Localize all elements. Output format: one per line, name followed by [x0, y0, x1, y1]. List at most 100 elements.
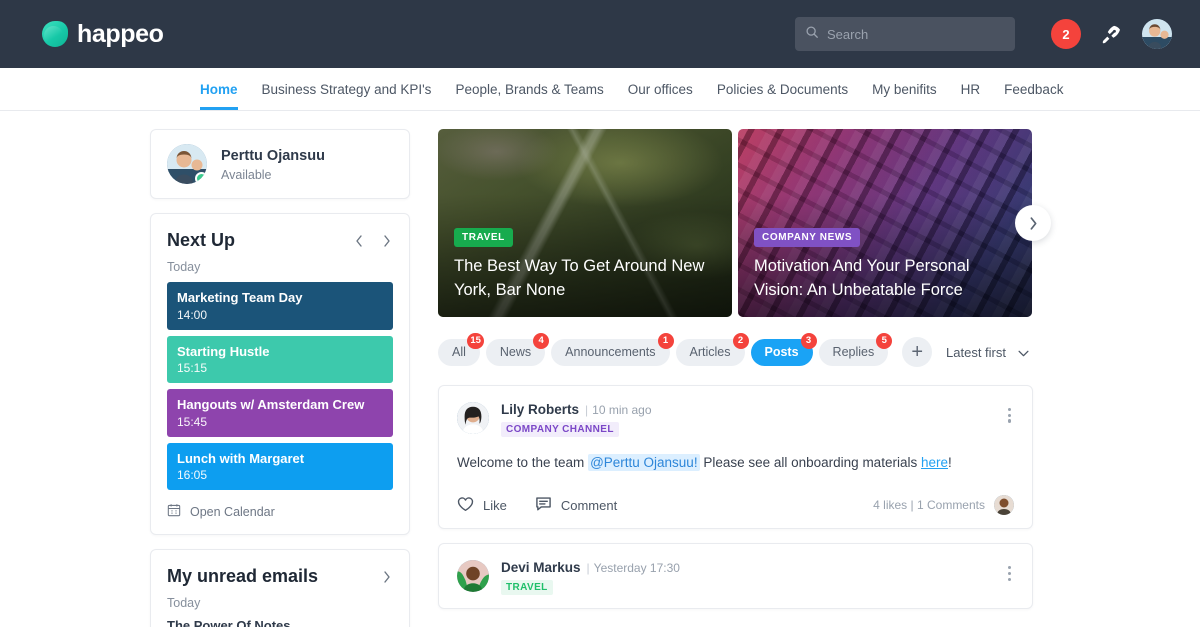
next-up-header: Next Up — [167, 230, 393, 251]
search-box[interactable] — [795, 17, 1015, 51]
carousel-card-company-news[interactable]: COMPANY NEWS Motivation And Your Persona… — [738, 129, 1032, 317]
heart-icon — [457, 496, 474, 515]
post-author-name: Devi Markus — [501, 560, 581, 576]
card-title: Motivation And Your Personal Vision: An … — [754, 257, 970, 300]
nav-item-business-strategy[interactable]: Business Strategy and KPI's — [250, 68, 444, 110]
header-actions: 2 — [795, 17, 1172, 51]
chip-label: All — [452, 345, 466, 359]
filter-chip-all[interactable]: All 15 — [438, 332, 484, 366]
event-title: Hangouts w/ Amsterdam Crew — [177, 397, 365, 413]
post-channel-tag[interactable]: COMPANY CHANNEL — [501, 422, 619, 437]
calendar-event[interactable]: Starting Hustle 15:15 — [167, 335, 393, 384]
nav-item-my-benifits[interactable]: My benifits — [860, 68, 949, 110]
profile-card[interactable]: Perttu Ojansuu Available — [150, 129, 410, 199]
sort-label: Latest first — [946, 344, 1006, 360]
plus-icon: + — [911, 340, 924, 363]
calendar-event[interactable]: Lunch with Margaret 16:05 — [167, 442, 393, 491]
like-button[interactable]: Like — [457, 496, 507, 515]
filter-chip-posts[interactable]: Posts 3 — [750, 332, 817, 366]
comment-icon — [535, 496, 552, 515]
chip-label: Announcements — [565, 345, 656, 359]
post-author-avatar[interactable] — [457, 402, 489, 434]
post-timestamp: | Yesterday 17:30 — [586, 561, 680, 576]
chevron-right-icon — [1030, 216, 1037, 230]
event-title: Starting Hustle — [177, 343, 270, 359]
card-tag: COMPANY NEWS — [754, 228, 861, 248]
unread-emails-card: My unread emails Today The Power Of Note… — [150, 549, 410, 627]
brand-logo[interactable]: happeo — [42, 20, 164, 49]
chip-count: 5 — [876, 332, 893, 349]
carousel-next-button[interactable] — [1015, 205, 1051, 241]
email-list-item[interactable]: The Power Of Notes NEW Lily Roberts 09.4… — [167, 618, 393, 627]
chip-label: News — [499, 345, 532, 359]
chip-count: 2 — [732, 332, 749, 349]
event-time: 15:45 — [177, 414, 208, 429]
post-inline-link[interactable]: here — [921, 455, 948, 470]
chip-count: 15 — [467, 332, 484, 349]
card-title: The Best Way To Get Around New York, Bar… — [454, 257, 705, 300]
event-time: 14:00 — [177, 307, 208, 322]
nav-item-feedback[interactable]: Feedback — [992, 68, 1075, 110]
open-calendar-label: Open Calendar — [190, 504, 275, 519]
search-input[interactable] — [827, 26, 1005, 42]
brand-name: happeo — [77, 19, 164, 48]
post-body-text-start: Welcome to the team — [457, 455, 589, 470]
rocket-icon[interactable] — [1101, 24, 1122, 45]
chevron-down-icon — [1018, 345, 1029, 360]
event-time: 15:15 — [177, 361, 208, 376]
chip-count: 4 — [533, 332, 550, 349]
post-options-menu-icon[interactable] — [1005, 402, 1014, 429]
emails-title: My unread emails — [167, 566, 319, 587]
filter-chip-articles[interactable]: Articles 2 — [675, 332, 749, 366]
post-options-menu-icon[interactable] — [1005, 560, 1014, 587]
post-channel-tag[interactable]: TRAVEL — [501, 580, 553, 596]
next-up-card: Next Up Today Marketing Team Day 14:00 S… — [150, 213, 410, 536]
nav-item-people-brands-teams[interactable]: People, Brands & Teams — [443, 68, 615, 110]
emails-header: My unread emails — [167, 566, 393, 587]
calendar-event[interactable]: Marketing Team Day 14:00 — [167, 282, 393, 330]
calendar-event[interactable]: Hangouts w/ Amsterdam Crew 15:45 — [167, 389, 393, 437]
profile-status: Available — [221, 168, 272, 183]
notification-badge[interactable]: 2 — [1051, 19, 1081, 49]
post-stats[interactable]: 4 likes | 1 Comments — [873, 495, 1014, 516]
post-body-text-middle: Please see all onboarding materials — [699, 455, 921, 470]
chip-label: Replies — [832, 345, 875, 359]
nav-item-policies-documents[interactable]: Policies & Documents — [705, 68, 860, 110]
nav-item-home[interactable]: Home — [188, 68, 250, 110]
post-author-name: Lily Roberts — [501, 402, 580, 417]
commenter-avatar — [994, 495, 1014, 516]
post-author-avatar[interactable] — [457, 560, 489, 593]
chip-count: 3 — [800, 332, 817, 349]
sort-dropdown[interactable]: Latest first — [946, 345, 1033, 360]
email-subject: The Power Of Notes — [167, 618, 291, 627]
chip-label: Articles — [689, 345, 731, 359]
news-carousel: TRAVEL The Best Way To Get Around New Yo… — [438, 129, 1051, 317]
filter-chip-news[interactable]: News 4 — [485, 332, 550, 366]
top-header-bar: happeo 2 — [0, 0, 1200, 68]
next-day-button[interactable] — [381, 234, 393, 248]
nav-item-hr[interactable]: HR — [949, 68, 993, 110]
filter-chip-replies[interactable]: Replies 5 — [818, 332, 893, 366]
post-mention[interactable]: @Perttu Ojansuu! — [588, 454, 700, 471]
like-label: Like — [483, 497, 507, 513]
add-post-button[interactable]: + — [902, 337, 933, 367]
next-up-day-label: Today — [167, 260, 201, 274]
main-navigation: Home Business Strategy and KPI's People,… — [0, 68, 1200, 111]
profile-avatar — [167, 144, 207, 184]
feed-post: Lily Roberts | 10 min ago COMPANY CHANNEL… — [438, 385, 1033, 530]
filter-chip-announcements[interactable]: Announcements 1 — [551, 332, 674, 366]
post-stats-label: 4 likes | 1 Comments — [873, 498, 985, 513]
nav-item-our-offices[interactable]: Our offices — [616, 68, 705, 110]
comment-label: Comment — [560, 497, 618, 513]
carousel-card-travel[interactable]: TRAVEL The Best Way To Get Around New Yo… — [438, 129, 732, 317]
event-title: Lunch with Margaret — [177, 450, 305, 466]
comment-button[interactable]: Comment — [535, 496, 617, 515]
happeo-leaf-icon — [42, 21, 68, 47]
prev-day-button[interactable] — [353, 234, 365, 248]
header-avatar[interactable] — [1142, 19, 1172, 49]
feed-post: Devi Markus | Yesterday 17:30 TRAVEL — [438, 543, 1033, 610]
emails-expand-button[interactable] — [381, 570, 393, 584]
open-calendar-button[interactable]: Open Calendar — [167, 503, 393, 520]
page-body: Perttu Ojansuu Available Next Up Today M… — [0, 111, 1200, 627]
event-title: Marketing Team Day — [177, 290, 303, 305]
